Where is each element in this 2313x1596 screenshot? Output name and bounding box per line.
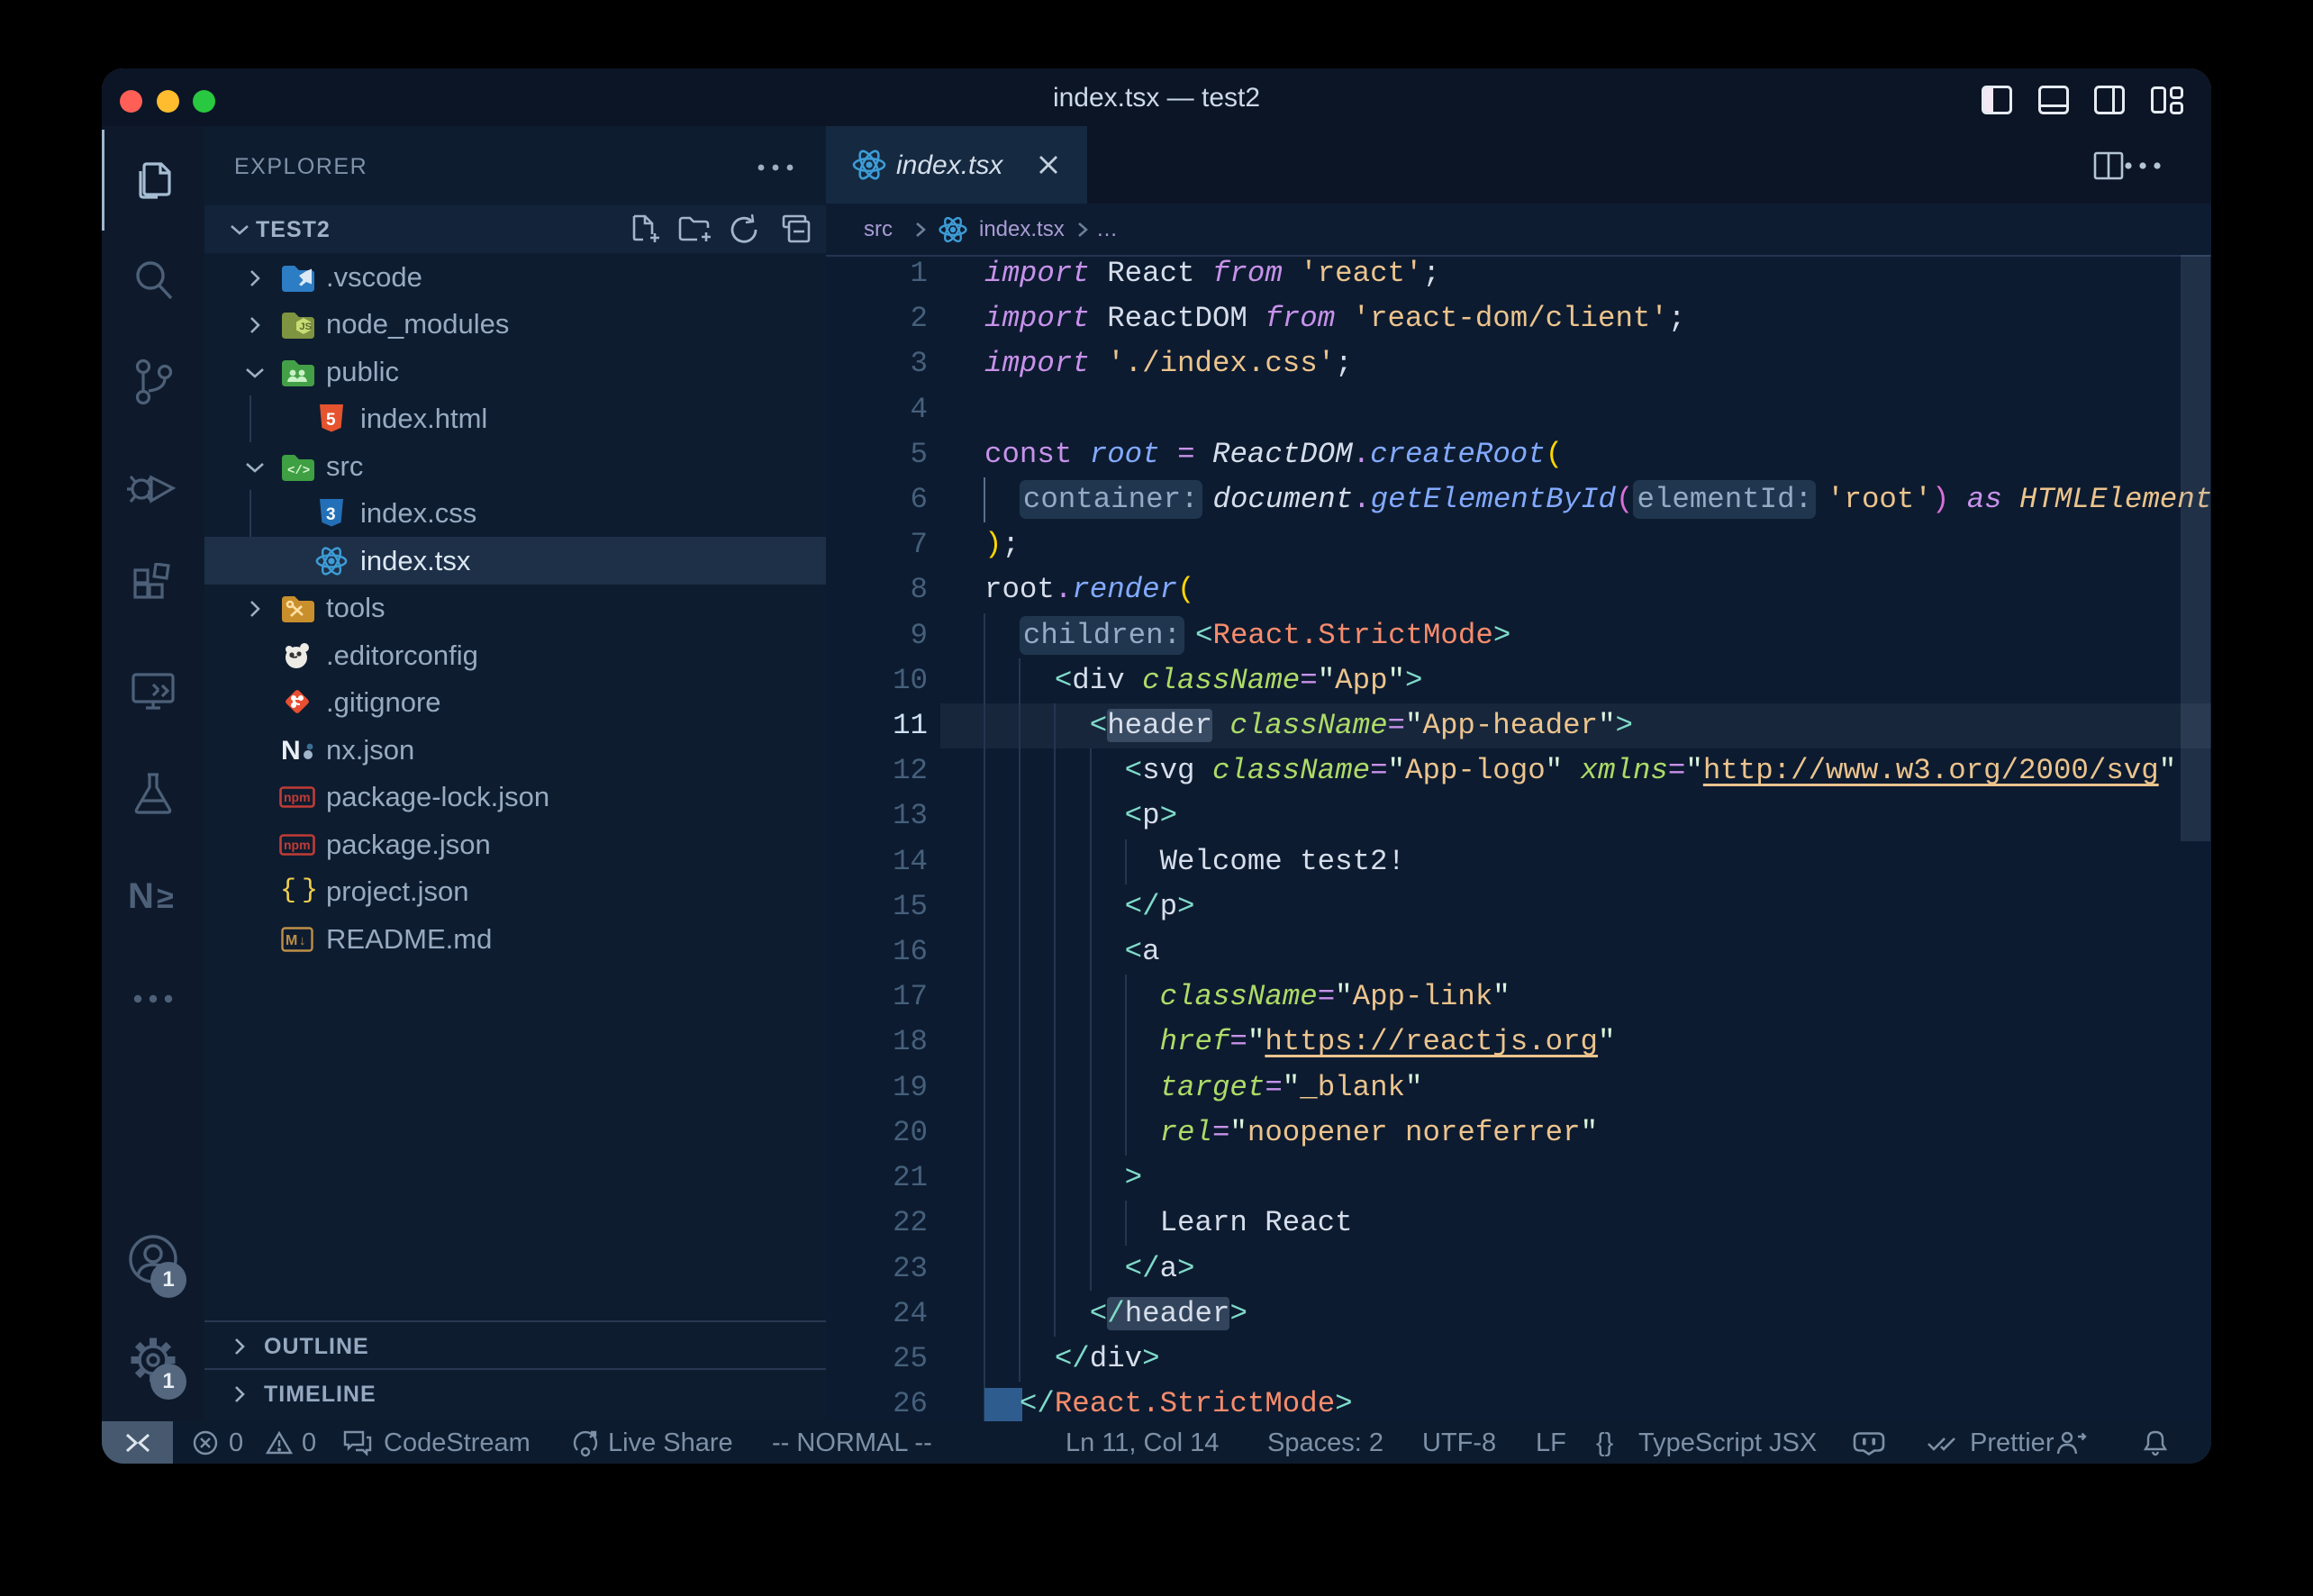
svg-text:5: 5 [326,411,336,430]
svg-text:N: N [128,876,154,916]
svg-text:M: M [286,933,297,948]
svg-text:≥: ≥ [157,881,174,915]
svg-text:3: 3 [326,505,336,524]
svg-text:N: N [281,736,301,766]
svg-text:JS: JS [300,322,312,332]
svg-text:</>: </> [287,464,310,478]
svg-text:npm: npm [284,838,311,852]
svg-text:↓: ↓ [299,933,306,948]
svg-text:npm: npm [284,790,311,804]
